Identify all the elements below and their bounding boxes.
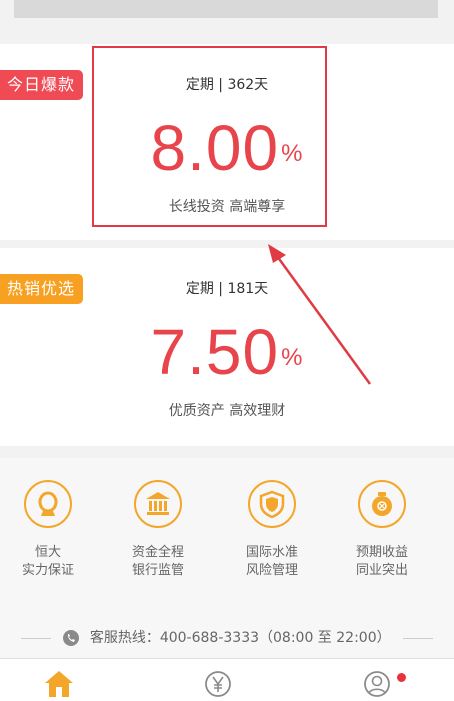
product-rate: 7.50% [0,320,454,384]
bank-icon [134,480,182,528]
feature-risk-management[interactable]: 国际水准 风险管理 [217,480,327,580]
feature-title: 预期收益 [355,545,408,560]
customer-hotline[interactable]: 客服热线：400-688-3333（08:00 至 22:00） [0,626,454,650]
feature-hengda[interactable]: 恒大 实力保证 [0,480,103,580]
feature-expected-return[interactable]: 预期收益 同业突出 [327,480,437,580]
yen-icon [205,671,231,697]
notification-badge [397,673,406,682]
product-description: 优质资产 高效理财 [168,403,286,419]
feature-title: 恒大 [34,545,61,560]
feature-subtitle: 实力保证 [21,563,74,578]
product-card-hot-pick[interactable]: 热销优选 定期 | 181天 7.50% 优质资产 高效理财 [0,248,454,446]
divider-line-left [20,637,51,639]
rate-unit: % [281,344,304,371]
divider-line-right [403,637,434,639]
account-icon [364,671,390,697]
product-card-today-hot[interactable]: 今日爆款 定期 | 362天 8.00% 长线投资 高端尊享 [0,44,454,240]
hengda-logo-icon [24,480,72,528]
tab-account[interactable] [357,669,397,699]
money-bag-icon [358,480,406,528]
feature-title: 资金全程 [131,545,184,560]
product-term: 定期 | 181天 [185,281,269,297]
annotation-highlight-box [92,46,327,227]
tab-home[interactable] [39,669,79,699]
home-icon [45,671,73,697]
app-screen: 今日爆款 定期 | 362天 8.00% 长线投资 高端尊享 热销优选 定期 |… [0,0,454,701]
feature-title: 国际水准 [245,545,298,560]
bottom-tab-bar [0,658,454,701]
feature-subtitle: 同业突出 [355,563,408,578]
rate-value: 7.50 [150,316,280,388]
feature-subtitle: 银行监管 [131,563,184,578]
search-bar[interactable] [14,0,438,18]
feature-subtitle: 风险管理 [245,563,298,578]
hotline-text: 客服热线：400-688-3333（08:00 至 22:00） [89,630,391,646]
tab-finance[interactable] [198,669,238,699]
feature-bank-supervision[interactable]: 资金全程 银行监管 [103,480,213,580]
phone-icon [63,630,80,646]
shield-icon [248,480,296,528]
